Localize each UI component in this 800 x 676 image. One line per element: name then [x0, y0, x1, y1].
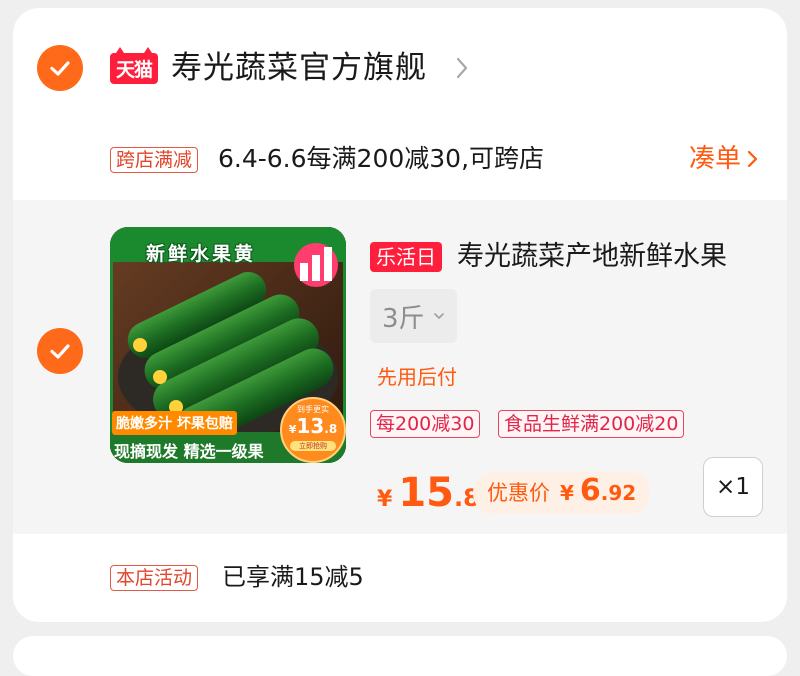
- image-tag-fresh: 现摘现发 精选一级果: [110, 437, 278, 463]
- cross-store-promo-row: 跨店满减 6.4-6.6每满200减30,可跨店 凑单: [13, 126, 787, 200]
- chevron-right-icon[interactable]: [454, 55, 470, 81]
- spec-selector[interactable]: 3斤: [370, 289, 457, 343]
- price-currency: ¥: [377, 487, 393, 512]
- checkmark-icon: [50, 61, 70, 76]
- discount-price-pill: 优惠价 ¥ 6 .92: [473, 472, 651, 514]
- coupon-tag: 食品生鲜满200减20: [498, 410, 685, 438]
- cart-item-row: 新鲜水果黄 脆嫩多汁 坏果包赔 现摘现发 精选一级果 到手更实 ¥13.8 立即…: [13, 200, 787, 534]
- bar-chart-icon: [294, 243, 338, 287]
- chevron-down-icon: [433, 313, 444, 319]
- product-thumbnail[interactable]: 新鲜水果黄 脆嫩多汁 坏果包赔 现摘现发 精选一级果 到手更实 ¥13.8 立即…: [110, 227, 346, 463]
- tmall-logo-text: 天猫: [110, 53, 158, 84]
- pay-later-label: 先用后付: [377, 365, 457, 389]
- image-price-dec: .8: [324, 422, 338, 436]
- discount-integer: 6: [579, 473, 601, 508]
- product-title[interactable]: 寿光蔬菜产地新鲜水果: [457, 238, 777, 276]
- store-select-checkbox[interactable]: [37, 45, 83, 91]
- price-integer: 15: [398, 470, 454, 516]
- image-price-int: 13: [296, 414, 325, 438]
- image-price-badge: 到手更实 ¥13.8 立即抢购: [280, 397, 346, 463]
- cart-store-card: 天猫 寿光蔬菜官方旗舰 跨店满减 6.4-6.6每满200减30,可跨店 凑单: [13, 8, 787, 622]
- promo-description: 6.4-6.6每满200减30,可跨店: [218, 144, 545, 173]
- activity-day-badge: 乐活日: [370, 242, 442, 272]
- next-store-card: [13, 636, 787, 676]
- coupon-tag: 每200减30: [370, 410, 481, 438]
- discount-currency: ¥: [560, 481, 574, 505]
- add-on-items-label: 凑单: [689, 144, 742, 174]
- image-tag-quality: 脆嫩多汁 坏果包赔: [112, 411, 237, 435]
- item-select-checkbox[interactable]: [37, 328, 83, 374]
- checkmark-icon: [50, 344, 70, 359]
- image-buy-button: 立即抢购: [290, 441, 336, 451]
- store-header: 天猫 寿光蔬菜官方旗舰: [13, 8, 787, 126]
- discount-label: 优惠价: [487, 481, 550, 505]
- shop-activity-text: 已享满15减5: [222, 563, 364, 591]
- chevron-right-icon: [747, 150, 758, 168]
- shop-activity-tag: 本店活动: [110, 565, 199, 591]
- image-title: 新鲜水果黄: [146, 243, 257, 265]
- product-price: ¥ 15 .8: [377, 470, 480, 516]
- quantity-button[interactable]: ×1: [703, 457, 763, 517]
- tmall-logo-icon: 天猫: [110, 46, 158, 84]
- discount-decimal: .92: [600, 481, 637, 505]
- store-name-link[interactable]: 寿光蔬菜官方旗舰: [171, 48, 427, 88]
- spec-value: 3斤: [382, 303, 425, 334]
- cross-store-discount-tag: 跨店满减: [110, 147, 199, 173]
- shop-activity-row: 本店活动 已享满15减5: [13, 534, 787, 622]
- add-on-items-link[interactable]: 凑单: [689, 142, 759, 176]
